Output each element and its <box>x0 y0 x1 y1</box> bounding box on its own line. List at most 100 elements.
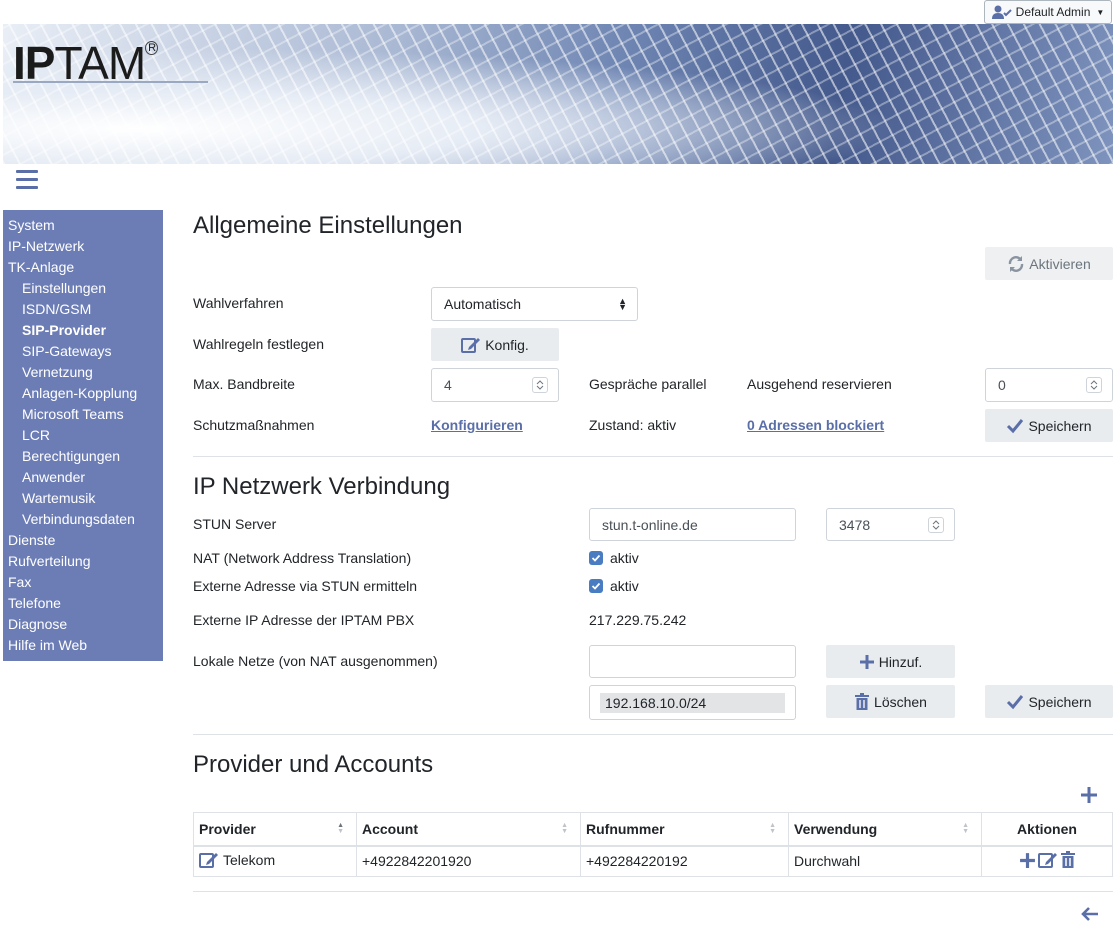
refresh-icon <box>1009 255 1024 272</box>
local-nets-label: Lokale Netze (von NAT ausgenommen) <box>193 653 438 669</box>
column-header-number[interactable]: Rufnummer ▲ ▼ <box>580 812 789 847</box>
arrow-left-icon[interactable] <box>1081 906 1099 922</box>
section-divider <box>193 456 1113 457</box>
spinner-icon[interactable] <box>1086 377 1102 393</box>
section-divider <box>193 891 1113 892</box>
activate-button[interactable]: Aktivieren <box>985 247 1113 280</box>
table-header-row: Provider ▲ ▼ Account ▲ ▼ Rufnummer ▲ ▼ Verwend… <box>193 812 1113 847</box>
dial-method-select[interactable]: Automatisch ▲ ▼ <box>431 287 638 321</box>
trash-icon[interactable] <box>1060 851 1076 869</box>
sort-icon: ▲ ▼ <box>962 821 969 835</box>
sort-icon: ▲ ▼ <box>561 821 568 835</box>
sidebar-item-sip-provider[interactable]: SIP-Provider <box>3 320 163 341</box>
sort-icon: ▲ ▼ <box>769 821 776 835</box>
sidebar-item-ip-netzwerk[interactable]: IP-Netzwerk <box>3 236 163 257</box>
outgoing-reserve-label: Ausgehend reservieren <box>747 376 892 392</box>
sidebar-item-einstellungen[interactable]: Einstellungen <box>3 278 163 299</box>
stun-server-input[interactable]: stun.t-online.de <box>589 508 796 541</box>
local-net-input[interactable] <box>589 645 796 678</box>
table-row: Telekom +4922842201920 +492284220192 Dur… <box>193 845 1113 877</box>
sidebar-item-vernetzung[interactable]: Vernetzung <box>3 362 163 383</box>
sidebar-item-rufverteilung[interactable]: Rufverteilung <box>3 551 163 572</box>
actions-cell <box>981 845 1113 877</box>
sidebar-item-fax[interactable]: Fax <box>3 572 163 593</box>
sidebar-item-tk-anlage[interactable]: TK-Anlage <box>3 257 163 278</box>
ext-ip-label: Externe IP Adresse der IPTAM PBX <box>193 612 415 628</box>
providers-title: Provider und Accounts <box>193 751 434 778</box>
sidebar-item-isdn-gsm[interactable]: ISDN/GSM <box>3 299 163 320</box>
network-title: IP Netzwerk Verbindung <box>193 473 451 500</box>
delete-local-net-button[interactable]: Löschen <box>826 685 955 718</box>
column-header-usage[interactable]: Verwendung ▲ ▼ <box>788 812 982 847</box>
sidebar-item-anwender[interactable]: Anwender <box>3 467 163 488</box>
ext-ip-value: 217.229.75.242 <box>589 612 687 628</box>
account-cell: +4922842201920 <box>356 845 581 877</box>
check-icon <box>1007 694 1024 709</box>
bandwidth-input[interactable]: 4 <box>431 368 559 402</box>
bandwidth-label: Max. Bandbreite <box>193 376 295 392</box>
ext-stun-label: Externe Adresse via STUN ermitteln <box>193 578 418 594</box>
save-general-button[interactable]: Speichern <box>985 409 1113 442</box>
edit-icon[interactable] <box>199 851 219 869</box>
sidebar-item-dienste[interactable]: Dienste <box>3 530 163 551</box>
logo-underline <box>13 81 208 83</box>
user-icon <box>991 5 1012 19</box>
sidebar-item-berechtigungen[interactable]: Berechtigungen <box>3 446 163 467</box>
plus-icon[interactable] <box>1019 852 1036 869</box>
spinner-icon[interactable] <box>928 516 944 533</box>
add-provider-plus-icon[interactable] <box>1080 786 1098 804</box>
select-arrows-icon: ▲ ▼ <box>618 296 627 312</box>
sidebar-item-system[interactable]: System <box>3 215 163 236</box>
local-net-list[interactable]: 192.168.10.0/24 <box>589 685 796 720</box>
sidebar-item-sip-gateways[interactable]: SIP-Gateways <box>3 341 163 362</box>
caret-down-icon: ▼ <box>1096 7 1105 17</box>
user-name: Default Admin <box>1015 5 1091 19</box>
general-settings-title: Allgemeine Einstellungen <box>193 212 463 239</box>
stun-port-input[interactable]: 3478 <box>826 508 955 541</box>
sidebar-item-wartemusik[interactable]: Wartemusik <box>3 488 163 509</box>
outgoing-reserve-input[interactable]: 0 <box>985 368 1113 402</box>
nat-label: NAT (Network Address Translation) <box>193 550 412 566</box>
header-banner: IPTAM R <box>3 24 1113 164</box>
column-header-provider[interactable]: Provider ▲ ▼ <box>193 812 357 847</box>
checkbox-checked-icon[interactable] <box>589 579 603 593</box>
dial-method-label: Wahlverfahren <box>193 295 284 311</box>
save-network-button[interactable]: Speichern <box>985 685 1113 718</box>
edit-icon[interactable] <box>1037 851 1058 869</box>
trash-icon <box>855 692 870 710</box>
ext-stun-checkbox[interactable]: aktiv <box>589 578 639 594</box>
sidebar-item-diagnose[interactable]: Diagnose <box>3 614 163 635</box>
sidebar-item-telefone[interactable]: Telefone <box>3 593 163 614</box>
check-icon <box>1007 418 1024 433</box>
plus-icon <box>859 654 874 669</box>
sidebar-item-microsoft-teams[interactable]: Microsoft Teams <box>3 404 163 425</box>
checkbox-checked-icon[interactable] <box>589 551 603 565</box>
user-menu-button[interactable]: Default Admin ▼ <box>984 0 1112 24</box>
local-net-entry[interactable]: 192.168.10.0/24 <box>600 692 785 713</box>
blocked-addresses-link[interactable]: 0 Adressen blockiert <box>747 417 884 433</box>
section-divider <box>193 734 1113 735</box>
stun-server-label: STUN Server <box>193 516 277 532</box>
usage-cell: Durchwahl <box>788 845 982 877</box>
column-header-account[interactable]: Account ▲ ▼ <box>356 812 581 847</box>
protection-label: Schutzmaßnahmen <box>193 417 315 433</box>
provider-table: Provider ▲ ▼ Account ▲ ▼ Rufnummer ▲ ▼ Verwend… <box>193 812 1113 877</box>
calls-parallel-label: Gespräche parallel <box>589 376 707 392</box>
add-local-net-button[interactable]: Hinzuf. <box>826 645 955 678</box>
edit-icon <box>461 337 481 353</box>
spinner-icon[interactable] <box>532 377 548 393</box>
column-header-actions: Aktionen <box>981 812 1113 847</box>
config-dial-rules-button[interactable]: Konfig. <box>431 328 559 361</box>
sidebar-item-verbindungsdaten[interactable]: Verbindungsdaten <box>3 509 163 530</box>
number-cell: +492284220192 <box>580 845 789 877</box>
dial-rules-label: Wahlregeln festlegen <box>193 336 325 352</box>
sort-icon: ▲ ▼ <box>337 821 344 835</box>
sidebar-item-anlagen-kopplung[interactable]: Anlagen-Kopplung <box>3 383 163 404</box>
sidebar-item-hilfe-im-web[interactable]: Hilfe im Web <box>3 635 163 656</box>
provider-cell[interactable]: Telekom <box>193 845 357 877</box>
protection-state-text: Zustand: aktiv <box>589 417 677 433</box>
configure-protection-link[interactable]: Konfigurieren <box>431 417 523 433</box>
nat-checkbox[interactable]: aktiv <box>589 550 639 566</box>
sidebar-item-lcr[interactable]: LCR <box>3 425 163 446</box>
hamburger-icon[interactable] <box>16 170 38 190</box>
